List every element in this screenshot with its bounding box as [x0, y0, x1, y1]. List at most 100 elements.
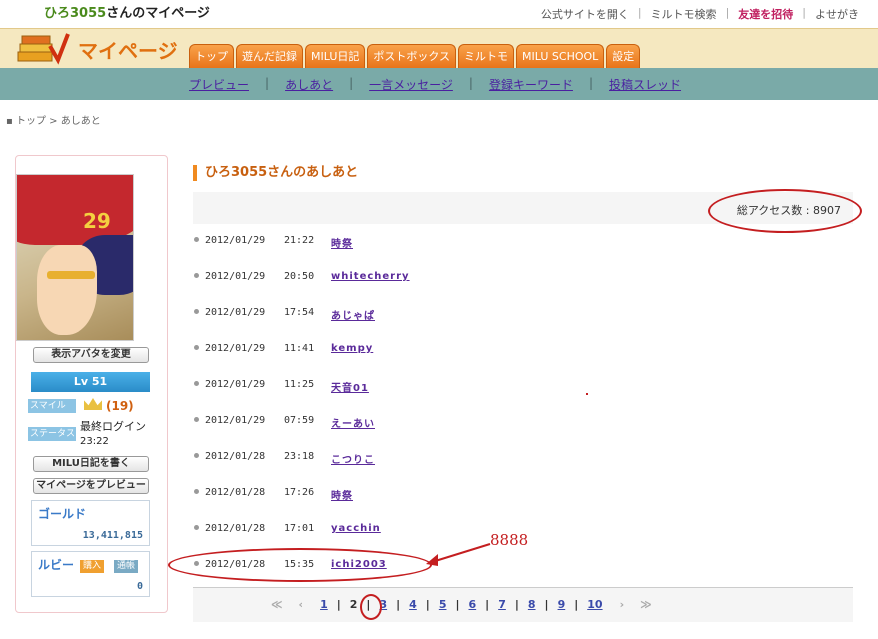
smile-tag: スマイル [28, 399, 76, 413]
mypage-logo-text: マイページ [78, 39, 178, 63]
divider: | [588, 76, 593, 90]
visitor-link[interactable]: 天音01 [331, 379, 369, 394]
main-tabs: トップ 遊んだ記録 MILU日記 ポストボックス ミルトモ MILU SCHOO… [189, 44, 641, 68]
page-link-5[interactable]: 5 [430, 598, 456, 611]
write-diary-button[interactable]: MILU日記を書く [33, 456, 149, 472]
visit-date: 2012/01/29 [205, 415, 266, 426]
tab-miltomo[interactable]: ミルトモ [458, 44, 515, 68]
visit-date: 2012/01/29 [205, 379, 266, 390]
change-avatar-button[interactable]: 表示アバタを変更 [33, 347, 149, 363]
bullet-icon [194, 309, 199, 314]
header-band: マイページ トップ 遊んだ記録 MILU日記 ポストボックス ミルトモ MILU… [0, 28, 878, 68]
ruby-history-button[interactable]: 通帳 [114, 560, 139, 573]
ruby-label: ルビー [38, 558, 75, 572]
level-bar: Lv 51 [31, 372, 150, 392]
page-link-9[interactable]: 9 [549, 598, 575, 611]
page-link-4[interactable]: 4 [400, 598, 426, 611]
list-item: 2012/01/28 17:26 時祭 [193, 482, 853, 502]
annotation-dot [586, 393, 588, 395]
breadcrumb-text: トップ > あしあと [15, 116, 101, 127]
visit-time: 20:50 [284, 271, 315, 282]
visit-time: 07:59 [284, 415, 315, 426]
page-link-10[interactable]: 10 [578, 598, 611, 611]
tab-settings[interactable]: 設定 [606, 44, 641, 68]
bullet-icon [194, 381, 199, 386]
list-item: 2012/01/29 11:41 kempy [193, 338, 853, 358]
tab-postbox[interactable]: ポストボックス [367, 44, 457, 68]
tab-milu-school[interactable]: MILU SCHOOL [516, 44, 605, 68]
page-link-8[interactable]: 8 [519, 598, 545, 611]
list-item: 2012/01/29 17:54 あじゃぱ [193, 302, 853, 322]
visit-time: 11:25 [284, 379, 315, 390]
official-site-link[interactable]: 公式サイトを開く [532, 6, 638, 22]
visitor-link[interactable]: 時祭 [331, 487, 353, 502]
avatar: 29 [16, 174, 134, 341]
subnav-threads[interactable]: 投稿スレッド [609, 76, 681, 93]
top-links: 公式サイトを開く | ミルトモ検索 | 友達を招待 | よせがき [532, 6, 868, 22]
guestbook-link[interactable]: よせがき [806, 6, 868, 22]
ruby-buy-button[interactable]: 購入 [80, 560, 105, 573]
face-shape [37, 245, 97, 335]
books-logo-icon [17, 33, 70, 65]
tab-milu-diary[interactable]: MILU日記 [305, 44, 366, 68]
bullet-icon [194, 345, 199, 350]
visitor-link[interactable]: whitecherry [331, 271, 410, 282]
bullet-icon [194, 453, 199, 458]
page-title: ひろ3055さんのあしあと [193, 165, 358, 181]
annotation-ellipse-access [708, 189, 862, 233]
subnav-preview[interactable]: プレビュー [189, 76, 249, 93]
visitor-link[interactable]: こつりこ [331, 451, 375, 466]
last-page-button[interactable]: ≫ [632, 598, 660, 611]
list-item: 2012/01/29 11:25 天音01 [193, 374, 853, 394]
subnav-message[interactable]: 一言メッセージ [369, 76, 453, 93]
smile-count: (19) [106, 399, 134, 413]
visitor-link[interactable]: kempy [331, 343, 373, 354]
visit-time: 11:41 [284, 343, 315, 354]
ruby-box: ルビー 購入 通帳 0 [31, 551, 150, 597]
divider: | [349, 76, 354, 90]
bullet-icon [194, 273, 199, 278]
subnav-keywords[interactable]: 登録キーワード [489, 76, 573, 93]
status-tag: ステータス [28, 427, 76, 441]
preview-mypage-button[interactable]: マイページをプレビュー [33, 478, 149, 494]
bullet-icon [194, 417, 199, 422]
visitor-link[interactable]: 時祭 [331, 235, 353, 250]
page-link-1[interactable]: 1 [311, 598, 337, 611]
bullet-icon [194, 525, 199, 530]
annotation-ellipse-page [360, 594, 382, 620]
list-item: 2012/01/29 20:50 whitecherry [193, 266, 853, 286]
visit-time: 17:54 [284, 307, 315, 318]
visit-date: 2012/01/29 [205, 271, 266, 282]
sub-nav: プレビュー | あしあと | 一言メッセージ | 登録キーワード | 投稿スレッ… [0, 68, 878, 100]
tab-top[interactable]: トップ [189, 44, 234, 68]
list-item: 2012/01/28 23:18 こつりこ [193, 446, 853, 466]
tab-play-record[interactable]: 遊んだ記録 [236, 44, 303, 68]
visit-date: 2012/01/29 [205, 307, 266, 318]
visitor-link[interactable]: yacchin [331, 523, 381, 534]
owner-name: ひろ3055 [44, 6, 107, 21]
visit-time: 21:22 [284, 235, 315, 246]
visit-date: 2012/01/28 [205, 523, 266, 534]
list-item: 2012/01/29 07:59 えーあい [193, 410, 853, 430]
visit-time: 17:26 [284, 487, 315, 498]
divider: | [265, 76, 270, 90]
annotation-arrow-icon [426, 543, 491, 566]
visitor-link[interactable]: あじゃぱ [331, 307, 375, 322]
last-login-time: 23:22 [80, 436, 109, 447]
visit-date: 2012/01/28 [205, 451, 266, 462]
bullet-icon [194, 489, 199, 494]
gold-value: 13,411,815 [82, 530, 143, 541]
gold-label: ゴールド [38, 507, 87, 521]
visit-date: 2012/01/29 [205, 343, 266, 354]
invite-friend-link[interactable]: 友達を招待 [729, 6, 802, 22]
visitor-link[interactable]: えーあい [331, 415, 375, 430]
page-link-6[interactable]: 6 [460, 598, 486, 611]
bullet-icon [194, 237, 199, 242]
miltomo-search-link[interactable]: ミルトモ検索 [642, 6, 726, 22]
prev-page-button[interactable]: ‹ [291, 598, 312, 611]
subnav-footprints[interactable]: あしあと [285, 76, 333, 93]
annotation-ellipse-visitor [168, 548, 432, 582]
next-page-button[interactable]: › [612, 598, 633, 611]
first-page-button[interactable]: ≪ [263, 598, 291, 611]
page-link-7[interactable]: 7 [489, 598, 515, 611]
